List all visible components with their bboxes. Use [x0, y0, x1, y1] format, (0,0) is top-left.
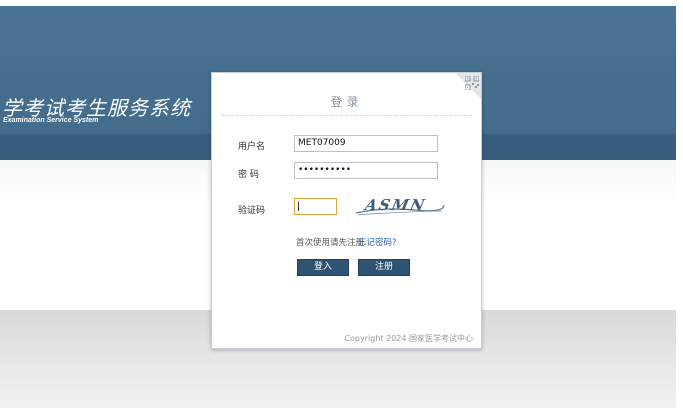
system-subtitle: Examination Service System	[3, 117, 99, 124]
captcha-input[interactable]	[294, 198, 337, 215]
title-divider	[221, 115, 472, 116]
password-label: 密 码	[238, 170, 259, 180]
first-use-note: 首次使用请先注册	[296, 238, 365, 248]
captcha-text: ASMN	[362, 196, 429, 214]
captcha-image[interactable]: ASMN	[354, 193, 446, 219]
text-caret	[298, 202, 299, 211]
password-input[interactable]: ••••••••••	[294, 162, 438, 179]
username-label: 用户名	[238, 142, 266, 152]
register-button[interactable]: 注册	[358, 259, 410, 276]
login-button[interactable]: 登入	[297, 259, 349, 276]
copyright-text: Copyright 2024 国家医学考试中心	[344, 334, 473, 343]
captcha-label: 验证码	[238, 206, 266, 216]
username-input[interactable]: MET07009	[294, 135, 438, 152]
forgot-password-link[interactable]: 忘记密码?	[358, 236, 397, 248]
login-title: 登录	[330, 95, 363, 109]
qr-code-icon[interactable]	[465, 76, 479, 90]
login-panel: 登录 用户名 MET07009 密 码 •••••••••• 验证码 ASMN …	[211, 72, 482, 349]
